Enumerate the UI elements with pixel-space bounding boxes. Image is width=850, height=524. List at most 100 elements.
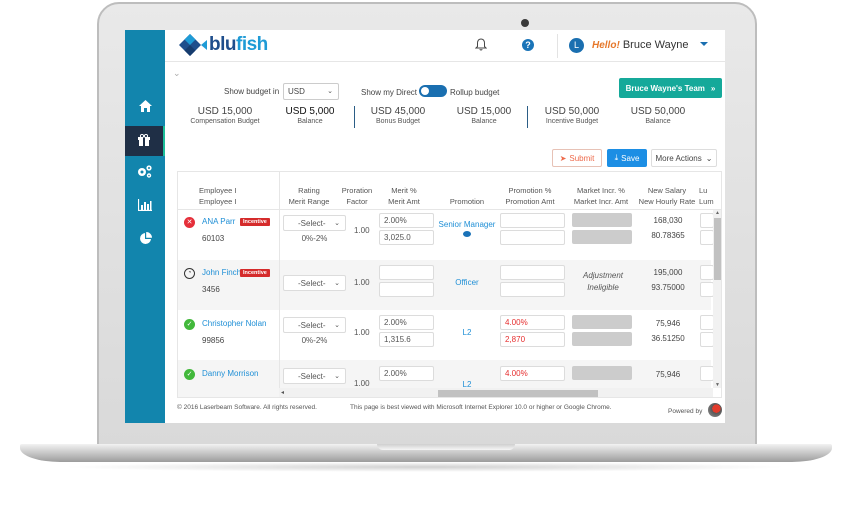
lump-sum-input[interactable] <box>700 265 714 280</box>
promotion-pct-input[interactable]: 4.00% <box>500 366 565 381</box>
header-merit[interactable]: Merit % Merit Amt <box>381 185 427 207</box>
collapse-chevron-icon[interactable]: ⌄ <box>173 68 181 79</box>
employee-name-link[interactable]: Danny Morrison <box>202 369 258 378</box>
lump-sum-input[interactable] <box>700 213 714 228</box>
header-proration[interactable]: Proration Factor <box>337 185 377 207</box>
laptop-shadow <box>60 462 790 472</box>
user-greeting[interactable]: Hello! Bruce Wayne <box>592 39 688 51</box>
save-button[interactable]: ⤓ Save <box>607 149 647 167</box>
header-promotion[interactable]: Promotion <box>436 196 498 207</box>
header-market-incr[interactable]: Market Incr. % Market Incr. Amt <box>568 185 634 207</box>
header-rating[interactable]: Rating Merit Range <box>287 185 331 207</box>
scroll-left-icon[interactable]: ◂ <box>281 389 284 396</box>
merit-pct-input[interactable]: 2.00% <box>379 213 434 228</box>
user-menu-caret-icon[interactable] <box>700 42 708 46</box>
compensation-grid: Employee I Employee I Rating Merit Range… <box>177 171 722 398</box>
user-name: Bruce Wayne <box>622 39 689 51</box>
team-button[interactable]: Bruce Wayne's Team » <box>619 78 722 98</box>
promotion-link[interactable]: L2 <box>436 328 498 337</box>
proration-factor: 1.00 <box>354 278 370 287</box>
employee-name-link[interactable]: ANA Parr <box>202 217 235 226</box>
promotion-pct-input[interactable] <box>500 265 565 280</box>
employee-id: 99856 <box>202 336 225 345</box>
merit-pct-input[interactable]: 2.00% <box>379 366 434 381</box>
merit-range: 0%-2% <box>301 336 328 345</box>
more-actions-button[interactable]: More Actions ⌄ <box>651 149 717 167</box>
copyright: © 2016 Laserbeam Software. All rights re… <box>177 404 317 411</box>
promotion-pct-input[interactable]: 4.00% <box>500 315 565 330</box>
browser-note: This page is best viewed with Microsoft … <box>350 404 612 411</box>
proration-factor: 1.00 <box>354 226 370 235</box>
merit-amt-input[interactable] <box>379 282 434 297</box>
sidebar-item-settings[interactable] <box>125 158 165 188</box>
avatar[interactable]: L <box>569 38 584 53</box>
horizontal-scrollbar[interactable]: ◂ <box>279 388 713 397</box>
blufish-logo[interactable]: blufish <box>179 34 268 56</box>
new-salary: 168,030 <box>653 216 683 225</box>
employee-name-link[interactable]: John Finch <box>202 268 241 277</box>
promotion-amt-input[interactable] <box>500 230 565 245</box>
gift-icon <box>138 133 150 149</box>
laptop-notch <box>377 444 515 450</box>
laptop-base <box>20 444 832 462</box>
market-incr-pct-disabled <box>572 366 632 380</box>
merit-range: 0%-2% <box>301 234 328 243</box>
comment-icon[interactable] <box>463 231 471 237</box>
lump-sum-input[interactable] <box>700 366 714 381</box>
merit-pct-input[interactable]: 2.00% <box>379 315 434 330</box>
rating-select[interactable]: -Select- ⌄ <box>283 368 346 384</box>
logo-text: blufish <box>209 34 268 55</box>
pie-chart-icon <box>139 232 152 248</box>
chevron-down-icon: ⌄ <box>705 153 713 163</box>
merit-amt-input[interactable]: 1,315.6 <box>379 332 434 347</box>
vertical-scrollbar[interactable]: ▲ ▼ <box>713 210 721 388</box>
rating-select[interactable]: -Select- ⌄ <box>283 215 346 231</box>
sidebar-item-reports[interactable] <box>125 191 165 221</box>
promotion-amt-input[interactable] <box>500 282 565 297</box>
budget-summary: USD 15,000 Compensation Budget USD 5,000… <box>165 106 725 130</box>
sidebar-item-home[interactable] <box>125 92 165 122</box>
sidebar-item-analytics[interactable] <box>125 225 165 255</box>
promotion-amt-input[interactable]: 2,870 <box>500 332 565 347</box>
gears-icon <box>137 165 153 181</box>
market-incr-pct-disabled <box>572 315 632 329</box>
laptop-camera <box>521 19 529 27</box>
sidebar <box>125 30 165 423</box>
approved-status-icon: ✓ <box>184 369 195 380</box>
merit-amt-input[interactable]: 3,025.0 <box>379 230 434 245</box>
promotion-pct-input[interactable] <box>500 213 565 228</box>
scroll-up-icon[interactable]: ▲ <box>715 210 720 216</box>
scroll-down-icon[interactable]: ▼ <box>715 382 720 388</box>
budget-controls: Show budget in USD ⌄ Show my Direct Roll… <box>165 78 725 101</box>
header-employee[interactable]: Employee I Employee I <box>199 185 237 207</box>
header-new-salary[interactable]: New Salary New Hourly Rate <box>636 185 698 207</box>
direct-rollup-toggle[interactable] <box>419 85 447 97</box>
promotion-link[interactable]: Senior Manager <box>436 220 498 229</box>
submit-button[interactable]: ➤ Submit <box>552 149 602 167</box>
sidebar-item-compensation[interactable] <box>125 126 165 156</box>
employee-name-link[interactable]: Christopher Nolan <box>202 319 266 328</box>
lump-sum-amt-input[interactable] <box>700 282 714 297</box>
show-budget-label: Show budget in <box>224 87 280 96</box>
bell-icon[interactable] <box>474 38 488 54</box>
promotion-link[interactable]: Officer <box>436 278 498 287</box>
lump-sum-amt-input[interactable] <box>700 230 714 245</box>
vertical-scroll-thumb[interactable] <box>714 218 721 280</box>
budget-compensation-balance: USD 5,000 Balance <box>285 106 335 125</box>
rating-select[interactable]: -Select- ⌄ <box>283 275 346 291</box>
table-row: ◔ John Finch Incentive 3456 -Select- ⌄ 1.… <box>178 260 714 310</box>
lump-sum-input[interactable] <box>700 315 714 330</box>
header-promotion-pct[interactable]: Promotion % Promotion Amt <box>496 185 564 207</box>
rating-select[interactable]: -Select- ⌄ <box>283 317 346 333</box>
header-lump-sum[interactable]: Lu Lum <box>699 185 714 207</box>
show-direct-label: Show my Direct <box>361 88 418 97</box>
horizontal-scroll-thumb[interactable] <box>438 390 598 397</box>
header-divider <box>557 34 558 58</box>
currency-select[interactable]: USD ⌄ <box>283 83 339 100</box>
table-row: ✕ ANA Parr Incentive 60103 -Select- ⌄ 0%-… <box>178 210 714 260</box>
new-hourly-rate: 93.75000 <box>651 283 685 292</box>
question-circle-icon[interactable]: ? <box>522 39 534 51</box>
lump-sum-amt-input[interactable] <box>700 332 714 347</box>
merit-pct-input[interactable] <box>379 265 434 280</box>
top-bar: blufish ? L Hello! Bruce Wayne <box>165 30 725 62</box>
